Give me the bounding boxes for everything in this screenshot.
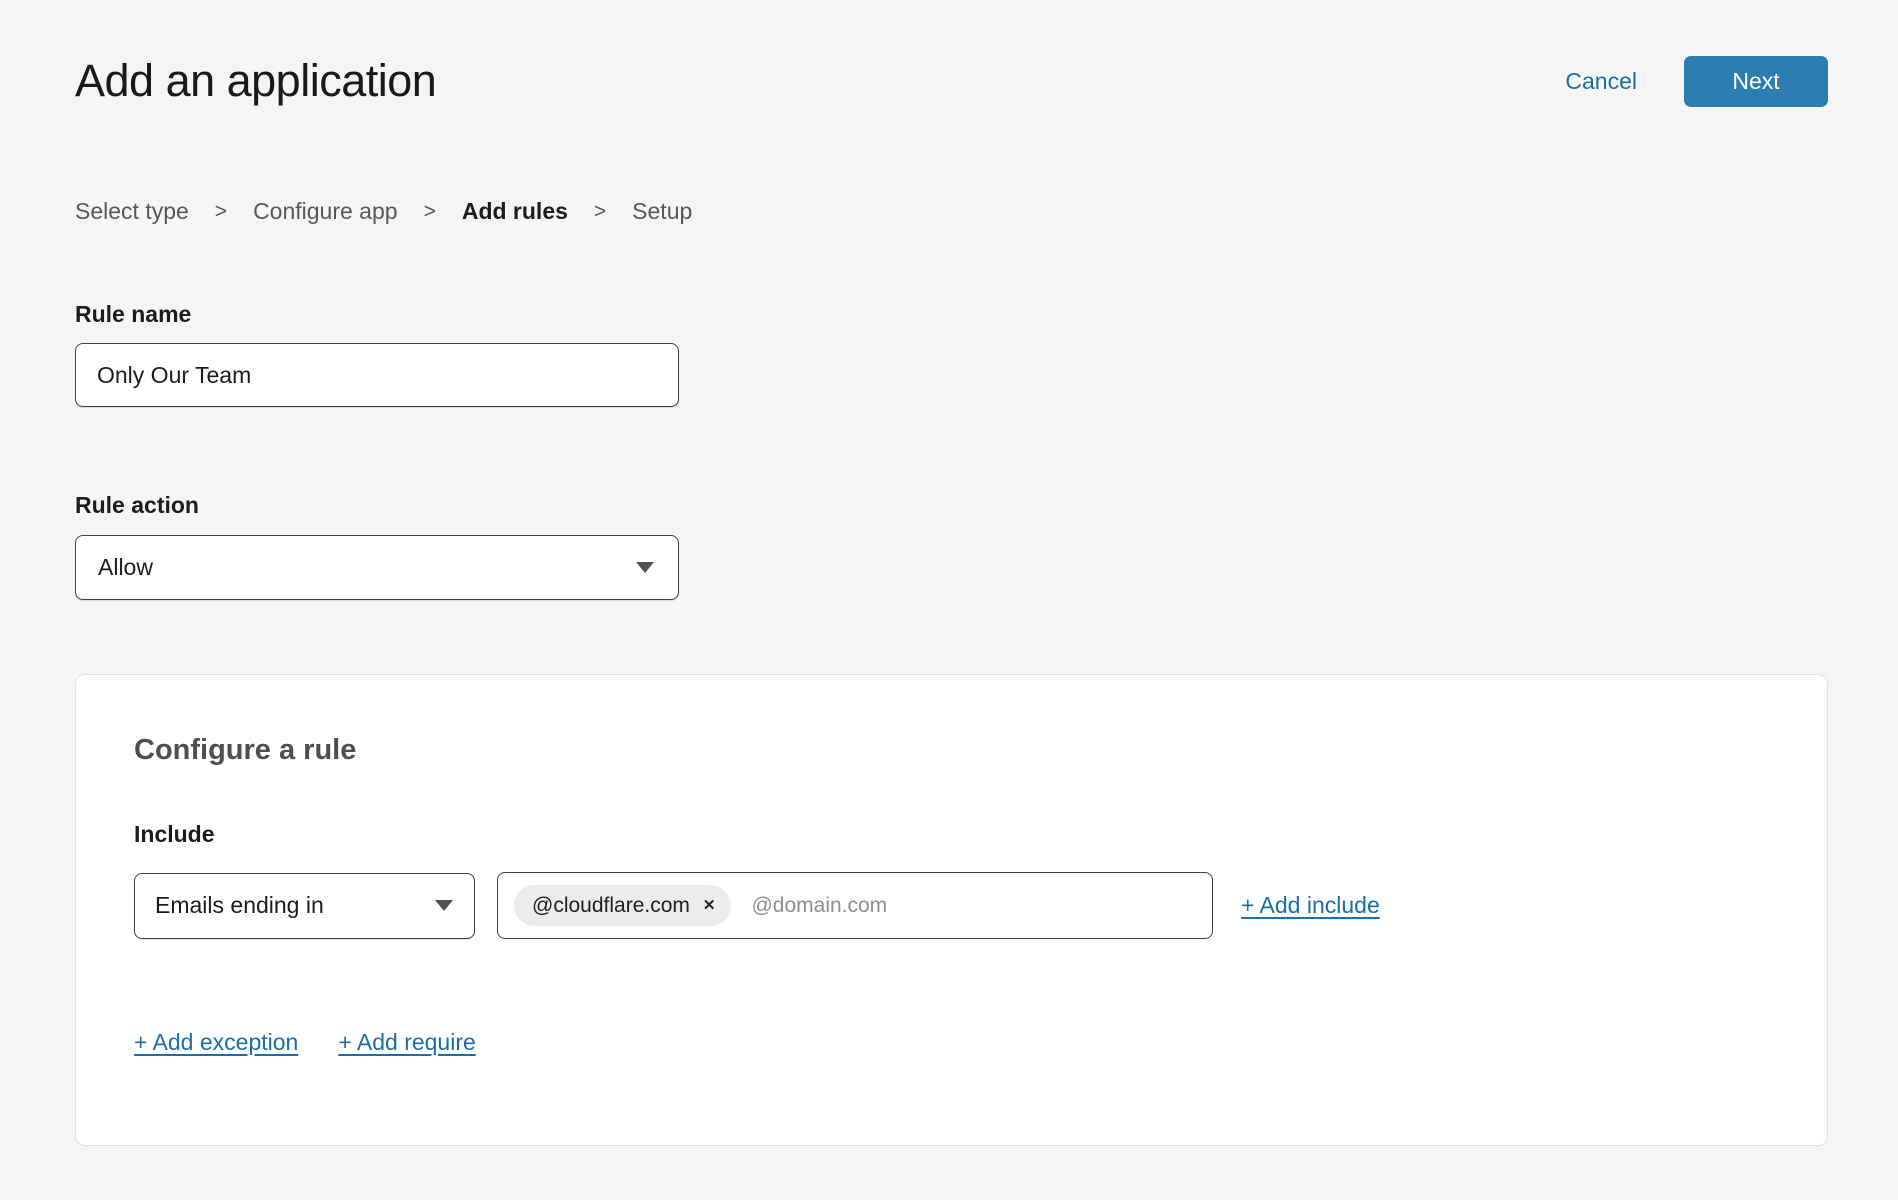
page-header: Add an application Cancel Next	[75, 52, 1828, 110]
rule-action-field: Rule action Allow	[75, 492, 1828, 600]
configure-rule-card: Configure a rule Include Emails ending i…	[75, 674, 1828, 1146]
card-title: Configure a rule	[134, 734, 1769, 767]
rule-action-select[interactable]: Allow	[75, 535, 679, 600]
domain-input[interactable]	[751, 894, 1081, 918]
rule-action-value: Allow	[98, 554, 153, 581]
remove-chip-icon[interactable]: ✕	[703, 898, 716, 913]
chevron-down-icon	[435, 900, 453, 911]
chip-label: @cloudflare.com	[532, 894, 690, 918]
rule-action-label: Rule action	[75, 492, 1828, 519]
include-row: Emails ending in @cloudflare.com ✕ + Add…	[134, 872, 1769, 939]
add-application-page: Add an application Cancel Next Select ty…	[0, 0, 1898, 1200]
breadcrumb-step-add-rules[interactable]: Add rules	[462, 198, 568, 225]
rule-name-input[interactable]	[75, 343, 679, 407]
add-include-link[interactable]: + Add include	[1241, 892, 1380, 919]
breadcrumb-step-setup[interactable]: Setup	[632, 198, 692, 225]
include-selector[interactable]: Emails ending in	[134, 873, 475, 939]
include-selector-value: Emails ending in	[155, 892, 324, 919]
breadcrumb-step-configure-app[interactable]: Configure app	[253, 198, 398, 225]
add-exception-link[interactable]: + Add exception	[134, 1029, 298, 1056]
add-require-link[interactable]: + Add require	[338, 1029, 475, 1056]
include-values-input[interactable]: @cloudflare.com ✕	[497, 872, 1213, 939]
include-label: Include	[134, 821, 1769, 848]
breadcrumb-step-select-type[interactable]: Select type	[75, 198, 189, 225]
email-domain-chip: @cloudflare.com ✕	[514, 885, 731, 926]
breadcrumb-separator: >	[594, 200, 606, 224]
page-title: Add an application	[75, 52, 436, 110]
header-actions: Cancel Next	[1565, 56, 1828, 107]
breadcrumb-separator: >	[424, 200, 436, 224]
next-button[interactable]: Next	[1684, 56, 1828, 107]
breadcrumb-separator: >	[215, 200, 227, 224]
cancel-button[interactable]: Cancel	[1565, 68, 1637, 95]
rule-name-label: Rule name	[75, 301, 1828, 328]
breadcrumb: Select type > Configure app > Add rules …	[75, 198, 1828, 225]
chevron-down-icon	[636, 562, 654, 573]
rule-name-field: Rule name	[75, 301, 1828, 407]
rule-links-row: + Add exception + Add require	[134, 1029, 1769, 1056]
